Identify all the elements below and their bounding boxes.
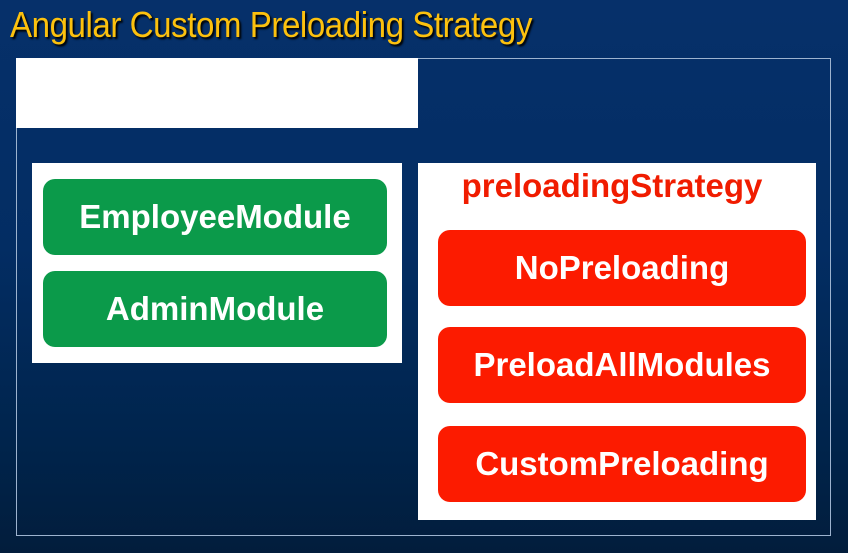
slide-title: Angular Custom Preloading Strategy <box>10 4 532 45</box>
admin-module-box: AdminModule <box>43 271 387 347</box>
no-preloading-box: NoPreloading <box>438 230 806 306</box>
strategy-heading: preloadingStrategy <box>461 167 763 204</box>
blank-box <box>16 58 418 128</box>
modules-panel: EmployeeModule AdminModule <box>32 163 402 363</box>
employee-module-box: EmployeeModule <box>43 179 387 255</box>
preload-all-modules-box: PreloadAllModules <box>438 327 806 403</box>
strategy-panel: preloadingStrategy NoPreloading PreloadA… <box>418 163 816 520</box>
custom-preloading-box: CustomPreloading <box>438 426 806 502</box>
